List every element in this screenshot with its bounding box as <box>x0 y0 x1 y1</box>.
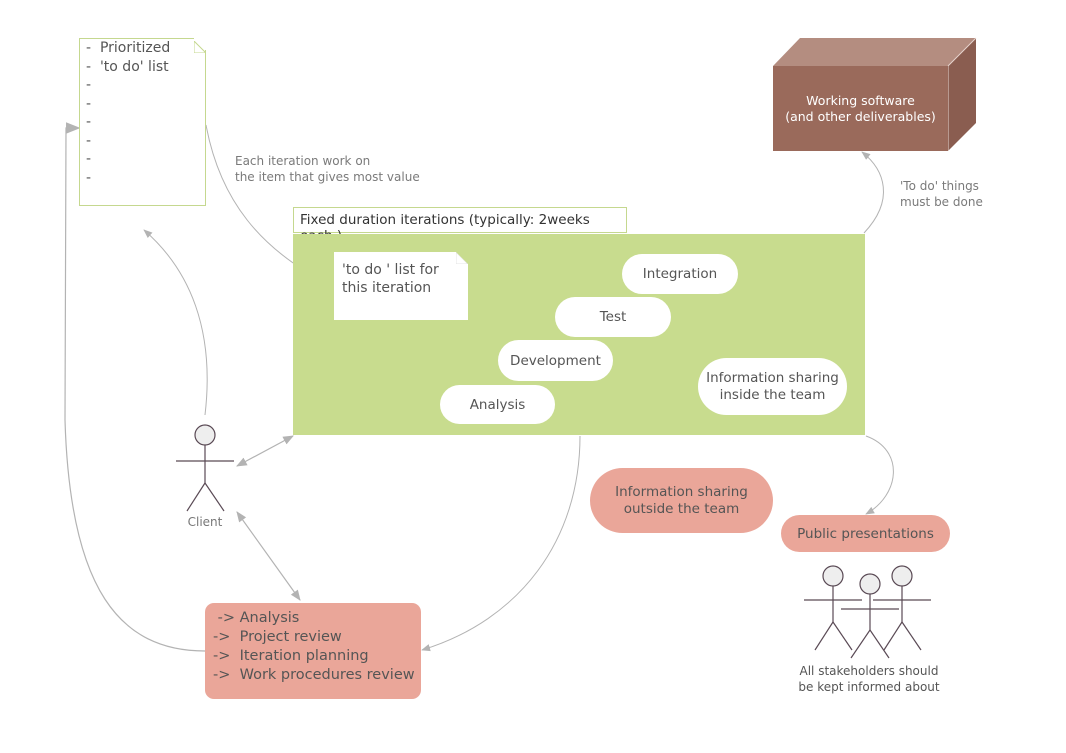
review-item: -> Iteration planning <box>213 648 369 664</box>
public-presentations[interactable]: Public presentations <box>781 515 950 552</box>
backlog-line: - 'to do' list <box>86 58 169 75</box>
backlog-line: - <box>86 151 92 167</box>
iteration-work-caption: Each iteration work on the item that giv… <box>235 154 420 184</box>
connector-iteration-to-deliverable <box>861 151 884 234</box>
info-sharing-outside-team[interactable]: Information sharing outside the team <box>590 468 773 533</box>
connector-review-to-backlog <box>64 122 206 652</box>
working-software-deliverable[interactable]: Working software (and other deliverables… <box>773 66 948 151</box>
info-sharing-inside-team[interactable]: Information sharing inside the team <box>698 358 847 415</box>
backlog-line: - <box>86 132 92 149</box>
stage-test[interactable]: Test <box>555 297 671 337</box>
connector-iteration-to-review <box>421 435 581 652</box>
note-fold-corner <box>456 252 468 264</box>
stakeholder-actor-icon <box>841 573 899 659</box>
todo-done-caption: 'To do' things must be done <box>900 179 983 209</box>
prioritized-todo-list-note[interactable]: - Prioritized - 'to do' list - - - - - - <box>79 38 208 206</box>
backlog-line: - Prioritized <box>86 40 171 56</box>
client-label: Client <box>187 515 223 529</box>
review-item: -> Work procedures review <box>213 667 415 683</box>
stage-analysis[interactable]: Analysis <box>440 385 555 424</box>
connector-iteration-to-presentations <box>865 435 894 515</box>
connector-client-to-backlog <box>143 229 208 416</box>
note-fold-corner <box>193 38 208 54</box>
client-actor-icon <box>176 424 234 512</box>
backlog-line: - <box>86 169 92 186</box>
stakeholders-label: All stakeholders should be kept informed… <box>798 664 940 694</box>
review-item: -> Analysis <box>213 610 300 626</box>
review-item: -> Project review <box>213 629 342 645</box>
iteration-title[interactable]: Fixed duration iterations (typically: 2w… <box>293 207 627 244</box>
cube-top-face <box>773 38 976 66</box>
stakeholder-actor-icon <box>873 565 931 651</box>
stage-development[interactable]: Development <box>498 340 613 381</box>
backlog-line: - <box>86 114 92 130</box>
stakeholder-actor-icon <box>804 565 862 651</box>
stage-integration[interactable]: Integration <box>622 254 738 294</box>
backlog-line: - <box>86 95 92 112</box>
iteration-todo-note[interactable]: 'to do ' list for this iteration <box>334 252 468 320</box>
connector-client-review <box>236 511 301 601</box>
review-activities-box[interactable]: -> Analysis -> Project review -> Iterati… <box>205 603 421 699</box>
backlog-line: - <box>86 77 92 93</box>
connector-client-iteration <box>236 435 294 467</box>
